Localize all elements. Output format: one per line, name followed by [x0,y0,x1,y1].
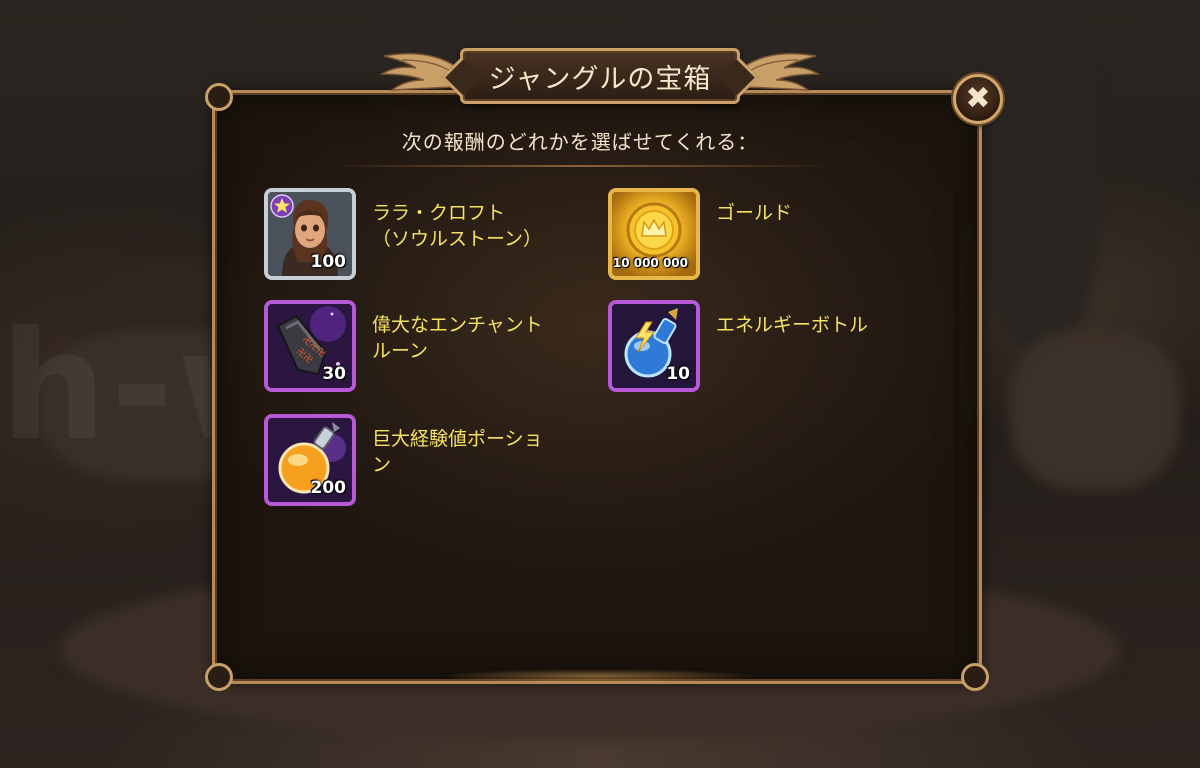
star-badge-icon [270,194,294,218]
reward-name: 巨大経験値ポーショ ン [372,428,543,476]
scrollbar-track[interactable] [955,190,959,656]
reward-item-enchant-rune[interactable]: 卍卍卍 卍卍 30 偉大なエンチャント ルーン [264,300,594,396]
reward-item-gold[interactable]: 10 000 000 ゴールド [608,188,938,284]
title-plate: ジャングルの宝箱 [460,48,740,104]
reward-icon-frame: 100 [264,188,356,280]
reward-quantity: 10 000 000 [612,256,688,270]
close-button[interactable]: ✖ [953,74,1003,124]
dialog-title: ジャングルの宝箱 [488,63,712,95]
reward-item-experience-potion[interactable]: 200 巨大経験値ポーショ ン [264,414,594,510]
reward-name: ゴールド [716,202,793,224]
reward-icon-frame: 10 [608,300,700,392]
reward-name: エネルギーボトル [716,314,869,336]
reward-icon-frame: 卍卍卍 卍卍 30 [264,300,356,392]
close-icon: ✖ [965,81,991,116]
title-banner: ジャングルの宝箱 [380,40,820,110]
reward-quantity: 100 [310,252,347,272]
reward-quantity: 10 [666,364,690,384]
reward-icon-frame: 200 [264,414,356,506]
dialog-subtitle: 次の報酬のどれかを選ばせてくれる： [401,130,759,154]
reward-name: 偉大なエンチャント ルーン [372,314,543,362]
subtitle-divider [330,165,830,167]
reward-quantity: 200 [310,478,347,498]
reward-icon-frame: 10 000 000 [608,188,700,280]
reward-item-energy-bottle[interactable]: 10 エネルギーボトル [608,300,938,396]
reward-name: ララ・クロフト （ソウルストーン） [372,202,543,250]
reward-item-lara-croft[interactable]: 100 ララ・クロフト （ソウルストーン） [264,188,594,284]
reward-quantity: 30 [322,364,346,384]
